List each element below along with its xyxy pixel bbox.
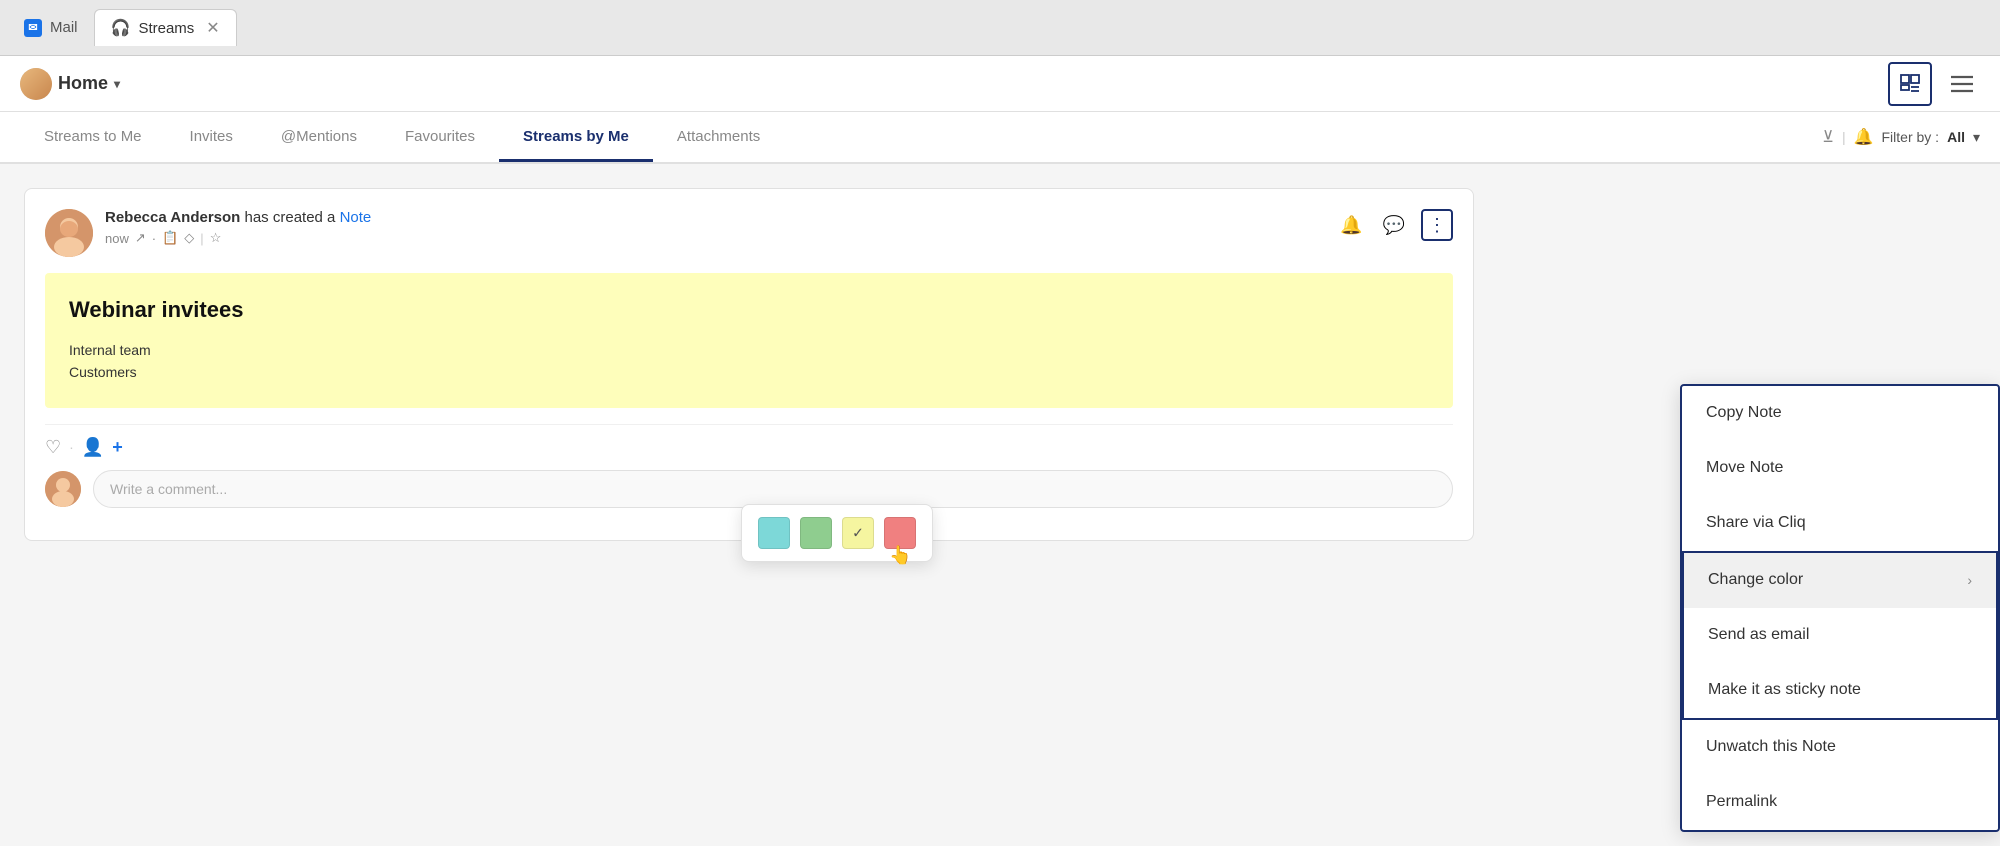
- note-footer: ♡ · 👤 +: [45, 424, 1453, 458]
- chat-icon[interactable]: 💬: [1379, 211, 1409, 240]
- note-action-text: has created a: [245, 209, 340, 226]
- tab-invites[interactable]: Invites: [166, 114, 257, 162]
- menu-item-move-note[interactable]: Move Note: [1682, 441, 1998, 496]
- context-menu-highlighted-section: Change color › Send as email Make it as …: [1682, 551, 1998, 720]
- note-body-line-2: Customers: [69, 361, 1429, 383]
- filter-divider: |: [1842, 129, 1846, 145]
- menu-item-unwatch[interactable]: Unwatch this Note: [1682, 720, 1998, 775]
- star-icon[interactable]: ☆: [210, 230, 222, 246]
- menu-item-permalink[interactable]: Permalink: [1682, 775, 1998, 830]
- commenter-avatar: [45, 471, 81, 507]
- tab-mail-label: Mail: [50, 19, 78, 36]
- note-time: now ↗ · 📋 ◇ | ☆: [105, 230, 1324, 246]
- author-avatar: [45, 209, 93, 257]
- change-color-arrow: ›: [1967, 572, 1972, 588]
- filter-section: ⊻ | 🔔 Filter by : All ▾: [1822, 127, 1980, 147]
- alarm-icon[interactable]: 🔔: [1336, 211, 1366, 240]
- comment-input[interactable]: Write a comment...: [93, 470, 1453, 508]
- tab-attachments[interactable]: Attachments: [653, 114, 784, 162]
- assign-icon[interactable]: 👤: [82, 437, 104, 458]
- header-right: [1888, 62, 1980, 106]
- hamburger-button[interactable]: [1944, 66, 1980, 102]
- tab-streams[interactable]: 🎧 Streams ✕: [94, 9, 237, 46]
- home-title[interactable]: Home: [58, 73, 108, 94]
- menu-item-make-sticky[interactable]: Make it as sticky note: [1684, 663, 1996, 718]
- tab-mentions[interactable]: @Mentions: [257, 114, 381, 162]
- filter-value[interactable]: All: [1947, 129, 1965, 145]
- note-card: Rebecca Anderson has created a Note now …: [24, 188, 1474, 541]
- tab-favourites[interactable]: Favourites: [381, 114, 499, 162]
- main-content: Rebecca Anderson has created a Note now …: [0, 164, 2000, 846]
- context-menu: Copy Note Move Note Share via Cliq Chang…: [1680, 384, 2000, 832]
- grid-view-icon: [1899, 73, 1921, 95]
- note-actions-top: 🔔 💬 ⋮: [1336, 209, 1453, 241]
- user-avatar-header: [20, 68, 52, 100]
- tab-streams-label: Streams: [138, 20, 194, 37]
- home-dropdown-arrow[interactable]: ▾: [114, 77, 120, 91]
- dot-divider: ·: [152, 231, 156, 246]
- author-name: Rebecca Anderson: [105, 209, 240, 226]
- color-swatch-red[interactable]: 👆: [884, 517, 916, 549]
- color-picker-popup: 👆: [741, 504, 933, 562]
- filter-icon: ⊻: [1822, 127, 1834, 147]
- filter-bell-icon: 🔔: [1854, 127, 1874, 147]
- menu-item-copy-note[interactable]: Copy Note: [1682, 386, 1998, 441]
- color-swatch-teal[interactable]: [758, 517, 790, 549]
- note-body-line-1: Internal team: [69, 339, 1429, 361]
- note-meta: Rebecca Anderson has created a Note now …: [105, 209, 1324, 246]
- like-icon[interactable]: ♡: [45, 437, 61, 458]
- note-body: Internal team Customers: [69, 339, 1429, 384]
- header: Home ▾: [0, 56, 2000, 112]
- header-left: Home ▾: [20, 68, 120, 100]
- streams-headphone-icon: 🎧: [111, 18, 131, 38]
- menu-item-change-color[interactable]: Change color ›: [1684, 553, 1996, 608]
- cursor-pointer-indicator: 👆: [889, 545, 911, 566]
- hamburger-icon: [1951, 75, 1973, 93]
- tag-icon[interactable]: ◇: [184, 230, 194, 246]
- tab-bar: ✉ Mail 🎧 Streams ✕: [0, 0, 2000, 56]
- tab-close-button[interactable]: ✕: [206, 18, 219, 38]
- mail-icon: ✉: [24, 19, 42, 37]
- note-header: Rebecca Anderson has created a Note now …: [45, 209, 1453, 257]
- note-copy-icon[interactable]: 📋: [162, 230, 178, 246]
- view-toggle-button[interactable]: [1888, 62, 1932, 106]
- color-swatch-yellow[interactable]: [842, 517, 874, 549]
- divider-line: |: [200, 231, 203, 246]
- note-title: Webinar invitees: [69, 297, 1429, 323]
- note-content-area: Webinar invitees Internal team Customers: [45, 273, 1453, 408]
- filter-dropdown-arrow[interactable]: ▾: [1973, 129, 1980, 146]
- tab-streams-by-me[interactable]: Streams by Me: [499, 114, 653, 162]
- menu-item-share-cliq[interactable]: Share via Cliq: [1682, 496, 1998, 551]
- filter-label: Filter by :: [1882, 129, 1940, 145]
- note-author-line: Rebecca Anderson has created a Note: [105, 209, 1324, 226]
- menu-item-send-email[interactable]: Send as email: [1684, 608, 1996, 663]
- nav-tabs: Streams to Me Invites @Mentions Favourit…: [0, 112, 2000, 164]
- external-link-icon[interactable]: ↗: [135, 230, 146, 246]
- comment-placeholder: Write a comment...: [110, 481, 227, 497]
- color-swatch-green[interactable]: [800, 517, 832, 549]
- dot-separator: ·: [69, 439, 74, 455]
- tab-mail[interactable]: ✉ Mail: [8, 11, 94, 45]
- note-link[interactable]: Note: [340, 209, 372, 226]
- add-reaction-button[interactable]: +: [112, 437, 123, 458]
- tab-streams-to-me[interactable]: Streams to Me: [20, 114, 166, 162]
- more-options-button[interactable]: ⋮: [1421, 209, 1453, 241]
